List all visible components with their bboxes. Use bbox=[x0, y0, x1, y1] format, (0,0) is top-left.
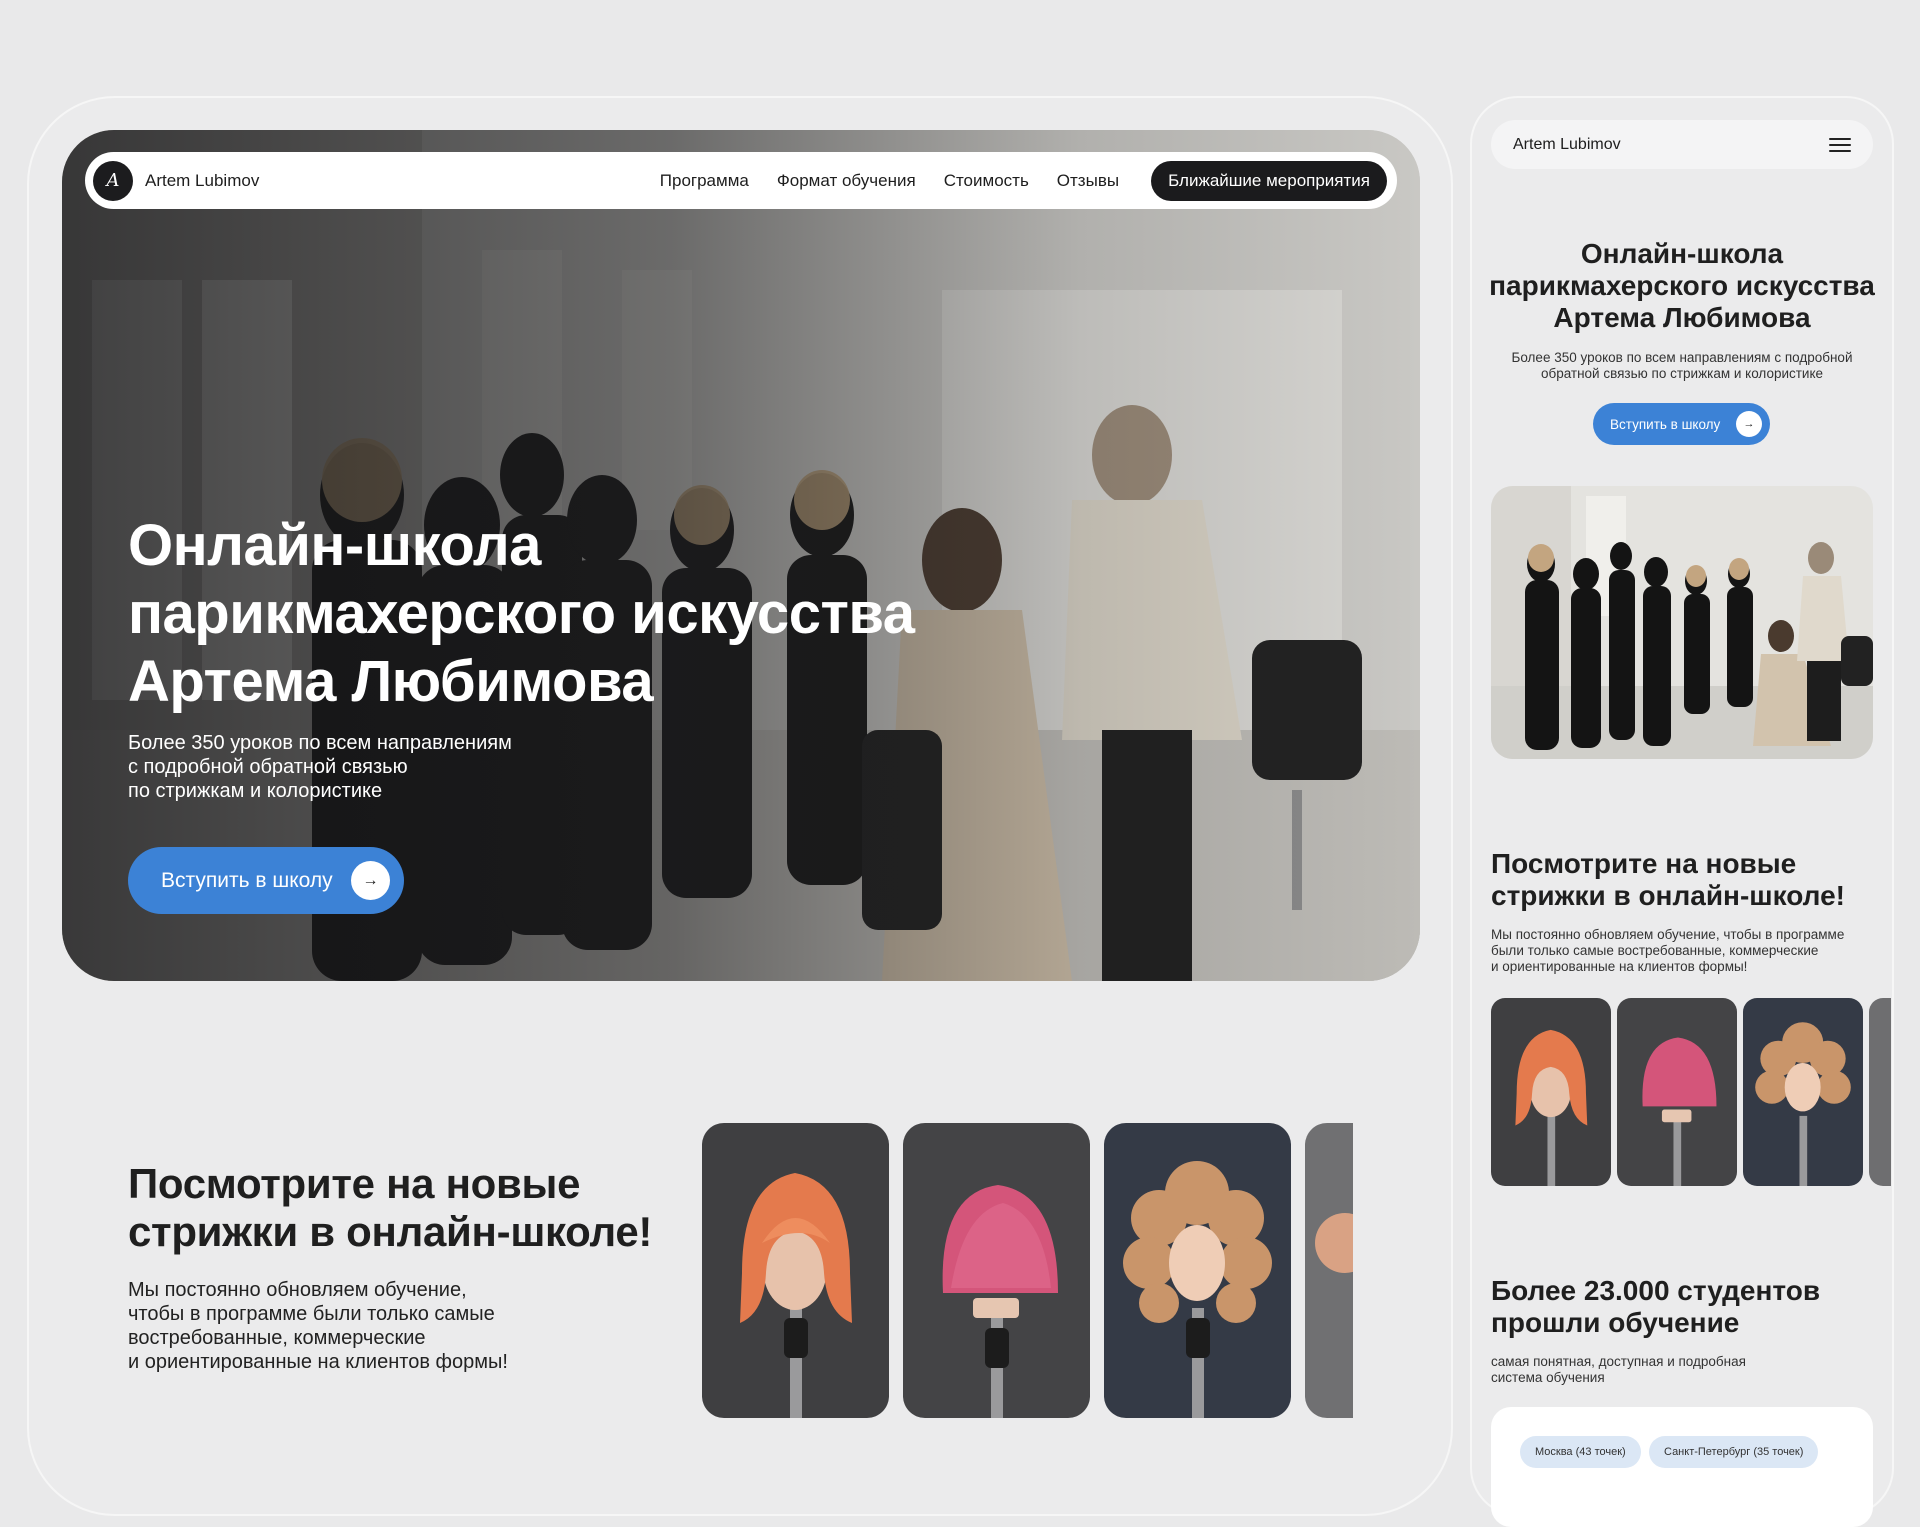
mobile-stat-title-line: Более 23.000 студентов bbox=[1491, 1275, 1821, 1306]
mannequin-curly-image bbox=[1104, 1123, 1291, 1418]
mobile-haircut-card-curly[interactable] bbox=[1743, 998, 1863, 1186]
hero-subtitle-line: по стрижкам и колористике bbox=[128, 780, 383, 802]
nav-link-program[interactable]: Программа bbox=[660, 171, 749, 191]
mannequin-pink-image bbox=[1617, 998, 1737, 1186]
mobile-title-line: Артема Любимова bbox=[1553, 302, 1811, 333]
events-button[interactable]: Ближайшие мероприятия bbox=[1151, 160, 1387, 201]
mobile-haircut-card-pink[interactable] bbox=[1617, 998, 1737, 1186]
hamburger-icon[interactable] bbox=[1829, 137, 1851, 152]
haircut-carousel[interactable] bbox=[702, 1123, 1353, 1418]
mobile-hero-subtitle: Более 350 уроков по всем направлениям с … bbox=[1480, 350, 1884, 382]
mobile-stat-sub-line: самая понятная, доступная и подробная bbox=[1491, 1354, 1746, 1369]
mobile-locations-panel: Москва (43 точек) Санкт-Петербург (35 то… bbox=[1491, 1407, 1873, 1527]
mannequin-copper-image bbox=[702, 1123, 889, 1418]
mobile-showcase-text-line: Мы постоянно обновляем обучение, чтобы в… bbox=[1491, 927, 1845, 942]
nav-link-reviews[interactable]: Отзывы bbox=[1057, 171, 1119, 191]
mobile-join-school-label: Вступить в школу bbox=[1610, 416, 1721, 432]
mobile-subtitle-line: Более 350 уроков по всем направлениям с … bbox=[1511, 350, 1853, 365]
mobile-hero-title: Онлайн-школа парикмахерского искусства А… bbox=[1480, 238, 1884, 334]
showcase-text-line: Мы постоянно обновляем обучение, bbox=[128, 1279, 467, 1301]
mobile-showcase-title-line: стрижки в онлайн-школе! bbox=[1491, 880, 1845, 911]
hero-title: Онлайн-школа парикмахерского искусства А… bbox=[128, 512, 1028, 716]
mobile-brand-name[interactable]: Artem Lubimov bbox=[1513, 136, 1621, 154]
haircut-card-copper-bangs[interactable] bbox=[702, 1123, 889, 1418]
join-school-label: Вступить в школу bbox=[161, 868, 333, 892]
showcase-text-line: и ориентированные на клиентов формы! bbox=[128, 1351, 508, 1373]
showcase-text-line: чтобы в программе были только самые bbox=[128, 1303, 495, 1325]
mobile-haircut-carousel[interactable] bbox=[1491, 998, 1891, 1186]
chip-moscow[interactable]: Москва (43 точек) bbox=[1520, 1436, 1641, 1468]
classroom-image bbox=[1491, 486, 1873, 759]
haircut-card-curly-blonde[interactable] bbox=[1104, 1123, 1291, 1418]
mannequin-curly-image bbox=[1743, 998, 1863, 1186]
mobile-hero-photo bbox=[1491, 486, 1873, 759]
arrow-right-icon: → bbox=[1736, 411, 1762, 437]
showcase-title-line: Посмотрите на новые bbox=[128, 1160, 581, 1207]
join-school-button[interactable]: Вступить в школу → bbox=[128, 847, 404, 914]
mannequin-copper-image bbox=[1491, 998, 1611, 1186]
showcase-text-line: востребованные, коммерческие bbox=[128, 1327, 426, 1349]
top-navigation: A Artem Lubimov Программа Формат обучени… bbox=[85, 152, 1397, 209]
nav-link-price[interactable]: Стоимость bbox=[944, 171, 1029, 191]
brand-name[interactable]: Artem Lubimov bbox=[145, 171, 259, 191]
mobile-students-stat-title: Более 23.000 студентов прошли обучение bbox=[1491, 1275, 1891, 1339]
mannequin-partial-image bbox=[1869, 998, 1891, 1186]
hero-title-line: Онлайн-школа bbox=[128, 513, 541, 578]
nav-link-format[interactable]: Формат обучения bbox=[777, 171, 916, 191]
mannequin-pink-image bbox=[903, 1123, 1090, 1418]
mobile-haircut-card-copper[interactable] bbox=[1491, 998, 1611, 1186]
showcase-title: Посмотрите на новые стрижки в онлайн-шко… bbox=[128, 1160, 688, 1256]
arrow-right-icon: → bbox=[351, 861, 390, 900]
mobile-join-school-button[interactable]: Вступить в школу → bbox=[1593, 403, 1770, 445]
logo-icon[interactable]: A bbox=[93, 160, 133, 201]
hero-subtitle-line: Более 350 уроков по всем направлениям bbox=[128, 732, 512, 754]
mobile-navigation: Artem Lubimov bbox=[1491, 120, 1873, 169]
mobile-title-line: парикмахерского искусства bbox=[1489, 270, 1875, 301]
mobile-students-stat-subtitle: самая понятная, доступная и подробная си… bbox=[1491, 1354, 1791, 1386]
haircut-card-pink-bob[interactable] bbox=[903, 1123, 1090, 1418]
showcase-text: Мы постоянно обновляем обучение, чтобы в… bbox=[128, 1278, 598, 1374]
mobile-showcase-text-line: и ориентированные на клиентов формы! bbox=[1491, 959, 1748, 974]
haircut-card-partial[interactable] bbox=[1305, 1123, 1353, 1418]
mobile-showcase-text: Мы постоянно обновляем обучение, чтобы в… bbox=[1491, 927, 1881, 975]
mobile-showcase-text-line: были только самые востребованные, коммер… bbox=[1491, 943, 1819, 958]
hero-subtitle: Более 350 уроков по всем направлениям с … bbox=[128, 731, 648, 803]
mobile-showcase-title-line: Посмотрите на новые bbox=[1491, 848, 1797, 879]
mobile-showcase-title: Посмотрите на новые стрижки в онлайн-шко… bbox=[1491, 848, 1891, 912]
mannequin-partial-image bbox=[1305, 1123, 1353, 1418]
nav-links: Программа Формат обучения Стоимость Отзы… bbox=[660, 160, 1387, 201]
mobile-haircut-card-partial[interactable] bbox=[1869, 998, 1891, 1186]
chip-saint-petersburg[interactable]: Санкт-Петербург (35 точек) bbox=[1649, 1436, 1819, 1468]
hero-title-line: парикмахерского искусства bbox=[128, 581, 915, 646]
mobile-stat-sub-line: система обучения bbox=[1491, 1370, 1605, 1385]
mobile-stat-title-line: прошли обучение bbox=[1491, 1307, 1740, 1338]
showcase-title-line: стрижки в онлайн-школе! bbox=[128, 1208, 653, 1255]
hero-title-line: Артема Любимова bbox=[128, 649, 654, 714]
mobile-subtitle-line: обратной связью по стрижкам и колористик… bbox=[1540, 366, 1824, 381]
mobile-title-line: Онлайн-школа bbox=[1580, 238, 1784, 269]
hero-subtitle-line: с подробной обратной связью bbox=[128, 756, 408, 778]
